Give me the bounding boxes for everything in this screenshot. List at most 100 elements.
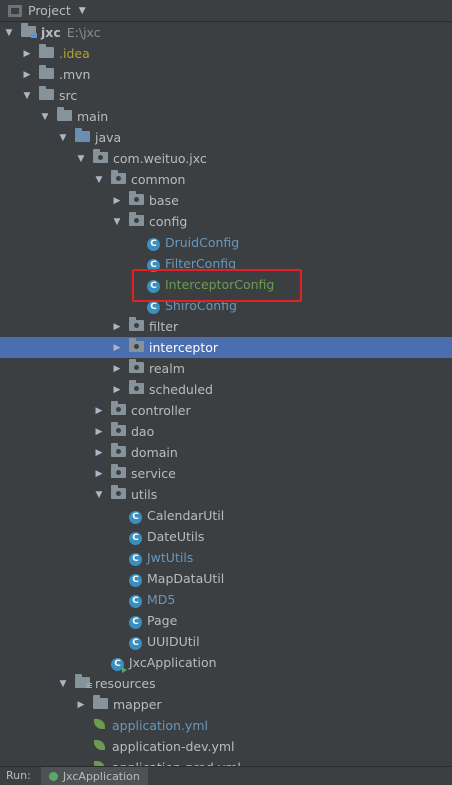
class-icon: C: [147, 255, 160, 272]
collapse-arrow-icon[interactable]: ▶: [112, 364, 122, 374]
collapse-arrow-icon[interactable]: ▶: [94, 469, 104, 479]
tree-row[interactable]: ▶ mapper: [0, 694, 452, 715]
tree-row[interactable]: ▼ common: [0, 169, 452, 190]
project-tool-window-header[interactable]: Project ▼: [0, 0, 452, 22]
tree-item-label: JxcApplication: [129, 655, 217, 670]
tree-row[interactable]: ▶ scheduled: [0, 379, 452, 400]
tree-row[interactable]: ▶ domain: [0, 442, 452, 463]
tree-row[interactable]: ▶application-prod.yml: [0, 757, 452, 766]
tree-row[interactable]: ▼ resources: [0, 673, 452, 694]
tree-row[interactable]: ▶ service: [0, 463, 452, 484]
tree-row[interactable]: ▼ com.weituo.jxc: [0, 148, 452, 169]
collapse-arrow-icon[interactable]: ▶: [94, 406, 104, 416]
expand-arrow-icon[interactable]: ▼: [40, 112, 50, 122]
tree-row[interactable]: ▶CJxcApplication: [0, 652, 452, 673]
run-tab[interactable]: JxcApplication: [40, 766, 148, 785]
tree-row[interactable]: ▼ jxc E:\jxc: [0, 22, 452, 43]
expand-arrow-icon[interactable]: ▼: [94, 175, 104, 185]
tree-row[interactable]: ▼ main: [0, 106, 452, 127]
class-icon: C: [129, 612, 142, 629]
tree-item-label: CalendarUtil: [147, 508, 225, 523]
tree-row[interactable]: ▶application.yml: [0, 715, 452, 736]
tree-row[interactable]: ▼ config: [0, 211, 452, 232]
run-label: Run:: [6, 769, 31, 782]
tree-row[interactable]: ▶ .mvn: [0, 64, 452, 85]
tree-item-label: ShiroConfig: [165, 298, 237, 313]
tree-row[interactable]: ▶ base: [0, 190, 452, 211]
collapse-arrow-icon[interactable]: ▶: [112, 196, 122, 206]
expand-arrow-icon[interactable]: ▼: [4, 28, 14, 38]
folder-icon: [39, 44, 54, 61]
collapse-arrow-icon[interactable]: ▶: [22, 49, 32, 59]
class-icon: C: [129, 633, 142, 650]
tree-row[interactable]: ▶CPage: [0, 610, 452, 631]
tree-item-label: application-dev.yml: [112, 739, 235, 754]
collapse-arrow-icon[interactable]: ▶: [22, 70, 32, 80]
class-icon: C: [129, 591, 142, 608]
tree-item-label: DruidConfig: [165, 235, 240, 250]
tree-item-label: FilterConfig: [165, 256, 237, 271]
tree-row[interactable]: ▶ dao: [0, 421, 452, 442]
package-icon: [111, 464, 126, 481]
collapse-arrow-icon[interactable]: ▶: [112, 385, 122, 395]
expand-arrow-icon[interactable]: ▼: [22, 91, 32, 101]
tree-row[interactable]: ▶ interceptor: [0, 337, 452, 358]
package-icon: [129, 191, 144, 208]
collapse-arrow-icon[interactable]: ▶: [94, 448, 104, 458]
tree-row[interactable]: ▼ java: [0, 127, 452, 148]
collapse-arrow-icon[interactable]: ▶: [112, 343, 122, 353]
tree-row[interactable]: ▶application-dev.yml: [0, 736, 452, 757]
expand-arrow-icon[interactable]: ▼: [58, 133, 68, 143]
tree-item-label: mapper: [113, 697, 162, 712]
tree-row[interactable]: ▶ realm: [0, 358, 452, 379]
run-tool-bar: Run: JxcApplication: [0, 766, 452, 785]
tree-row[interactable]: ▶ .idea: [0, 43, 452, 64]
run-tab-label: JxcApplication: [62, 769, 140, 783]
tree-item-label: common: [131, 172, 186, 187]
project-tree[interactable]: ▼ jxc E:\jxc ▶ .idea ▶ .mvn ▼ src ▼ main ▼ java ▼ com.…: [0, 22, 452, 766]
tree-row[interactable]: ▶ filter: [0, 316, 452, 337]
package-icon: [129, 380, 144, 397]
tree-row[interactable]: ▶CJwtUtils: [0, 547, 452, 568]
package-icon: [111, 422, 126, 439]
tree-item-label: service: [131, 466, 176, 481]
tree-item-label: UUIDUtil: [147, 634, 200, 649]
collapse-arrow-icon[interactable]: ▶: [112, 322, 122, 332]
tree-item-label: domain: [131, 445, 178, 460]
tree-item-label: controller: [131, 403, 191, 418]
package-icon: [111, 170, 126, 187]
tree-item-label: base: [149, 193, 179, 208]
tree-row[interactable]: ▶CFilterConfig: [0, 253, 452, 274]
tree-item-label: resources: [95, 676, 156, 691]
tree-row[interactable]: ▶CDruidConfig: [0, 232, 452, 253]
expand-arrow-icon[interactable]: ▼: [76, 154, 86, 164]
resources-folder-icon: [75, 674, 92, 691]
class-icon: C: [147, 297, 160, 314]
chevron-down-icon[interactable]: ▼: [79, 6, 86, 16]
collapse-arrow-icon[interactable]: ▶: [94, 427, 104, 437]
tree-item-label: java: [95, 130, 122, 145]
project-view-icon: [8, 4, 22, 17]
tree-row[interactable]: ▶ controller: [0, 400, 452, 421]
tree-item-label: config: [149, 214, 188, 229]
tree-row[interactable]: ▼ utils: [0, 484, 452, 505]
package-icon: [93, 149, 108, 166]
folder-icon: [93, 695, 108, 712]
tree-row[interactable]: ▶CDateUtils: [0, 526, 452, 547]
expand-arrow-icon[interactable]: ▼: [112, 217, 122, 227]
expand-arrow-icon[interactable]: ▼: [58, 679, 68, 689]
tree-row[interactable]: ▶CUUIDUtil: [0, 631, 452, 652]
tree-row[interactable]: ▶CMD5: [0, 589, 452, 610]
tree-item-label: dao: [131, 424, 155, 439]
tree-row[interactable]: ▼ src: [0, 85, 452, 106]
collapse-arrow-icon[interactable]: ▶: [76, 700, 86, 710]
tree-row[interactable]: ▶CMapDataUtil: [0, 568, 452, 589]
tree-row[interactable]: ▶CInterceptorConfig: [0, 274, 452, 295]
tree-item-label: JwtUtils: [147, 550, 194, 565]
tree-row[interactable]: ▶CShiroConfig: [0, 295, 452, 316]
tree-row[interactable]: ▶CCalendarUtil: [0, 505, 452, 526]
tree-item-label: application.yml: [112, 718, 208, 733]
expand-arrow-icon[interactable]: ▼: [94, 490, 104, 500]
tree-item-label: main: [77, 109, 109, 124]
tree-item-label: filter: [149, 319, 179, 334]
